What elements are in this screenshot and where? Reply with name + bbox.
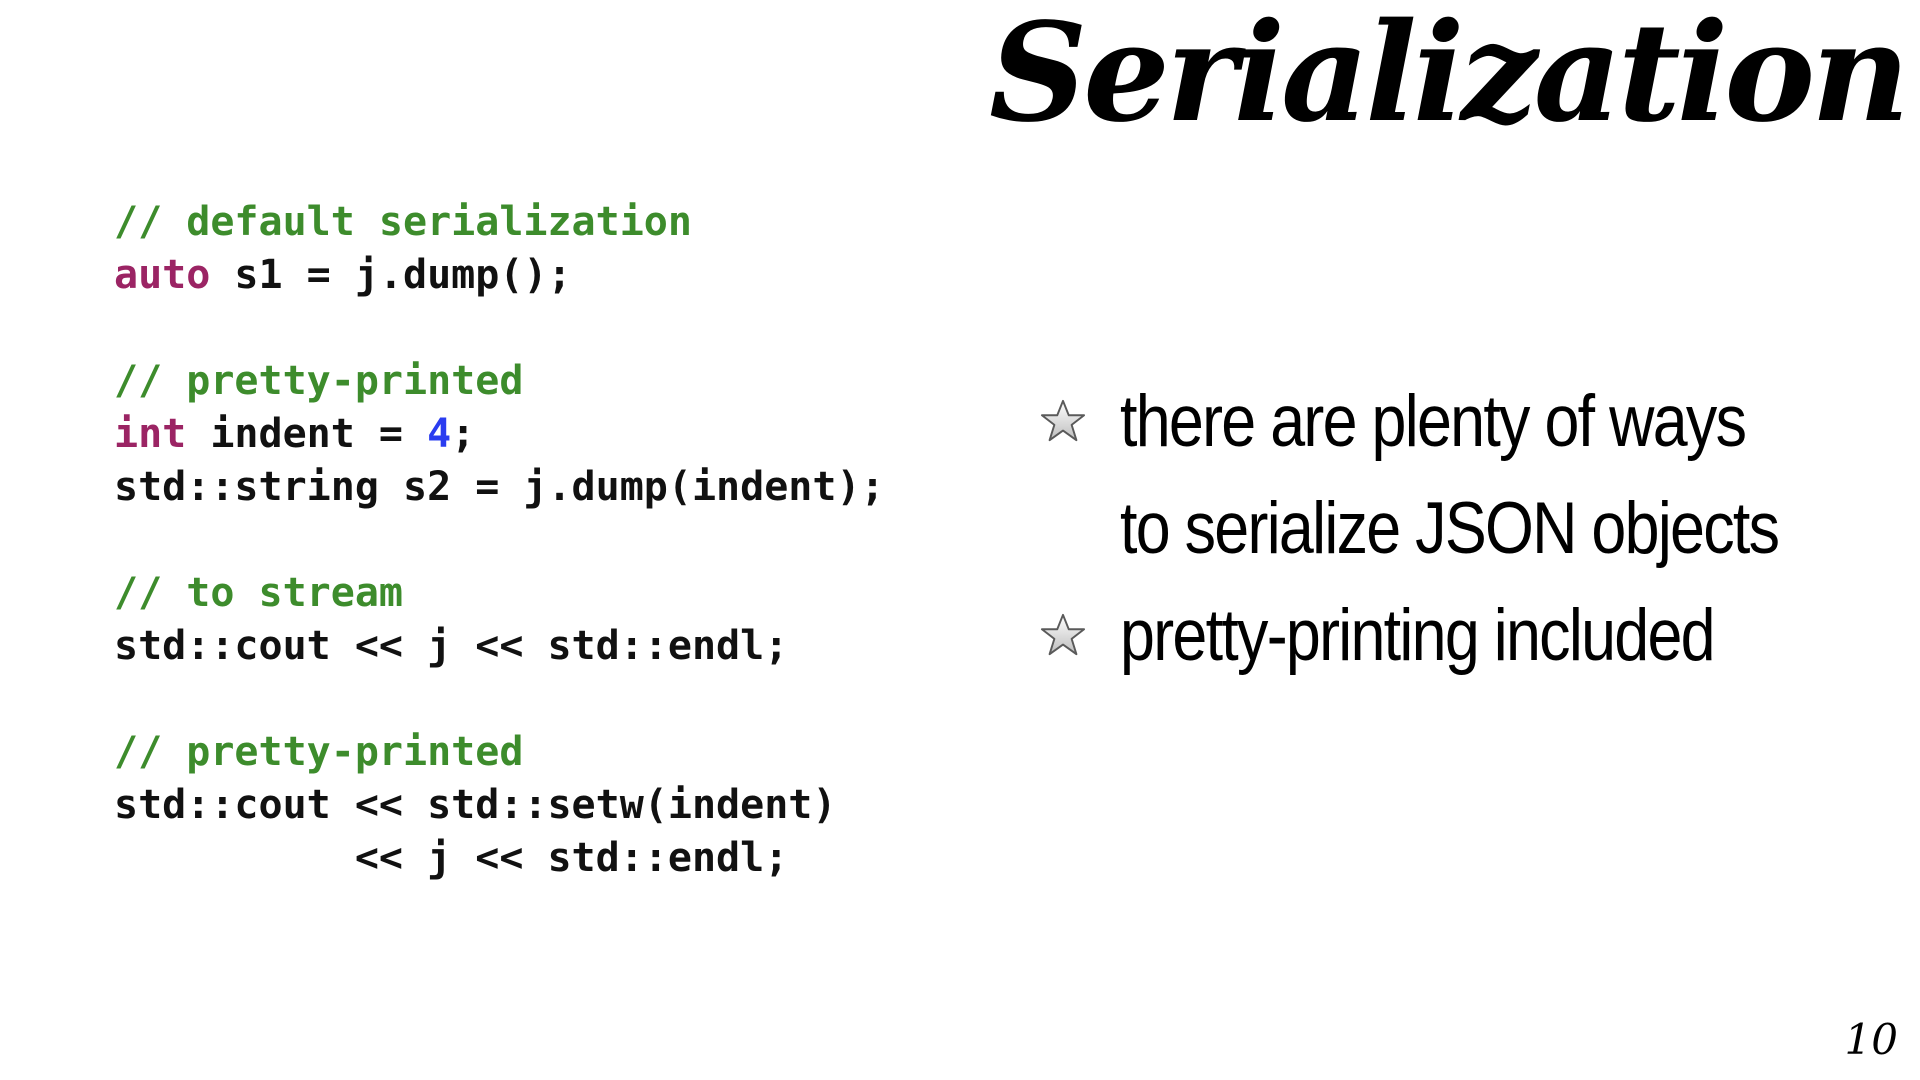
bullet-text: there are plenty of ways to serialize JS… [1120, 381, 1780, 569]
code-token-comment: // pretty-printed [114, 729, 524, 775]
bullet-list: there are plenty of ways to serialize JS… [1040, 368, 1885, 689]
code-token-plain: std::string s2 = j.dump(indent); [114, 464, 885, 510]
code-line: // pretty-printed [114, 355, 885, 408]
code-line: // default serialization [114, 196, 885, 249]
code-token-plain: s1 = j.dump(); [210, 252, 572, 298]
code-token-plain: std::cout << std::setw(indent) [114, 782, 837, 828]
code-token-plain: ; [451, 411, 476, 457]
page-number: 10 [1844, 1015, 1898, 1064]
code-line: // to stream [114, 567, 885, 620]
code-token-comment: // default serialization [114, 199, 692, 245]
code-line: std::cout << j << std::endl; [114, 620, 885, 673]
code-token-keyword: auto [114, 252, 211, 298]
code-line: std::cout << std::setw(indent) [114, 779, 885, 832]
code-token-number: 4 [427, 411, 452, 457]
code-token-plain: std::cout << j << std::endl; [114, 623, 789, 669]
bullet-text: pretty-printing included [1120, 595, 1716, 676]
code-token-plain: indent = [186, 411, 428, 457]
code-line: auto s1 = j.dump(); [114, 249, 885, 302]
code-line: // pretty-printed [114, 726, 885, 779]
code-token-comment: // pretty-printed [114, 358, 524, 404]
star-icon [1040, 399, 1086, 442]
code-line: << j << std::endl; [114, 832, 885, 885]
bullet-item: there are plenty of ways to serialize JS… [1040, 368, 1885, 582]
code-line: int indent = 4; [114, 408, 885, 461]
slide: Serialization // default serialization au… [0, 0, 1920, 1080]
code-block: // default serialization auto s1 = j.dump… [114, 196, 885, 885]
slide-title: Serialization [989, 0, 1910, 153]
bullet-item: pretty-printing included [1040, 582, 1885, 689]
code-token-plain: << j << std::endl; [114, 835, 789, 881]
code-token-comment: // to stream [114, 570, 403, 616]
code-line: std::string s2 = j.dump(indent); [114, 461, 885, 514]
star-icon [1040, 613, 1086, 656]
code-token-keyword: int [114, 411, 187, 457]
